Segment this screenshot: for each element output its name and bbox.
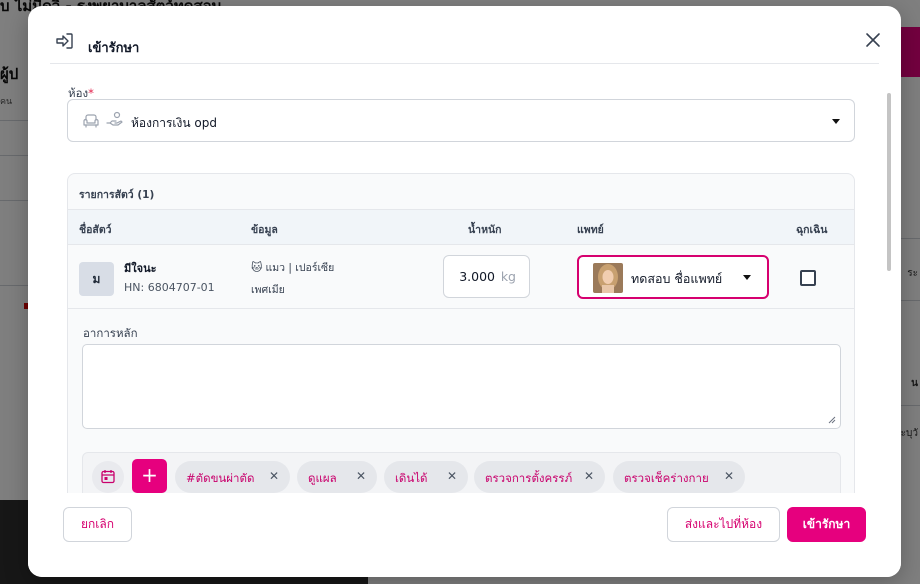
room-select-value: ห้องการเงิน opd	[131, 116, 217, 130]
pet-hn: HN: 6804707-01	[124, 281, 215, 294]
send-to-room-button[interactable]: ส่งและไปที่ห้อง	[667, 507, 780, 542]
pet-list-card: รายการสัตว์ (1) ชื่อสัตว์ ข้อมูล น้ำหนัก…	[67, 173, 855, 493]
remove-tag-icon[interactable]: ✕	[269, 469, 279, 483]
close-icon[interactable]	[863, 30, 883, 50]
pet-avatar: ม	[79, 262, 114, 296]
table-row: ม มีใจนะ HN: 6804707-01 🐱 แมว | เปอร์เซีย…	[68, 245, 854, 309]
hand-coin-icon	[106, 111, 123, 126]
modal-footer: ยกเลิก ส่งและไปที่ห้อง เข้ารักษา	[28, 493, 901, 577]
modal-scrollbar[interactable]	[887, 93, 891, 271]
chevron-down-icon	[832, 119, 840, 124]
resize-grip-icon[interactable]	[828, 416, 836, 424]
weight-value: 3.000	[459, 269, 495, 284]
remove-tag-icon[interactable]: ✕	[447, 469, 457, 483]
weight-input[interactable]: 3.000 kg	[443, 255, 530, 298]
quick-tags-area: + #ตัดขนผ่าตัด ✕ ดูแผล ✕ เดินได้ ✕ ตรวจการต…	[82, 452, 841, 493]
column-header-emergency: ฉุกเฉิน	[796, 224, 828, 236]
sofa-icon	[83, 114, 99, 128]
column-header-doctor: แพทย์	[577, 224, 604, 236]
calendar-button[interactable]	[92, 461, 124, 493]
remove-tag-icon[interactable]: ✕	[584, 469, 594, 483]
calendar-icon	[101, 470, 115, 484]
sign-in-icon	[56, 33, 73, 49]
tag-chip[interactable]: ดูแผล ✕	[297, 461, 377, 493]
tag-chip[interactable]: ตรวจเช็คร่างกาย ✕	[613, 461, 745, 493]
cancel-button[interactable]: ยกเลิก	[63, 507, 132, 542]
emergency-checkbox[interactable]	[800, 270, 816, 286]
pet-species: 🐱 แมว | เปอร์เซีย	[251, 261, 335, 274]
add-tag-button[interactable]: +	[132, 459, 167, 493]
room-select[interactable]: ห้องการเงิน opd	[67, 99, 855, 142]
doctor-select[interactable]: ทดสอบ ชื่อแพทย์	[577, 255, 769, 299]
tag-chip[interactable]: เดินได้ ✕	[384, 461, 468, 493]
pet-list-title: รายการสัตว์ (1)	[79, 189, 155, 201]
doctor-avatar	[593, 263, 623, 293]
chevron-down-icon	[743, 275, 751, 280]
tag-chip[interactable]: #ตัดขนผ่าตัด ✕	[175, 461, 290, 493]
column-header-name: ชื่อสัตว์	[79, 224, 112, 236]
pet-table-header: ชื่อสัตว์ ข้อมูล น้ำหนัก แพทย์ ฉุกเฉิน	[68, 209, 854, 245]
pet-sex: เพศเมีย	[251, 284, 285, 296]
modal-body[interactable]: ห้อง* ห้องการเงิน opd รายการสัตว์ (1) ชื…	[50, 64, 879, 493]
column-header-weight: น้ำหนัก	[468, 224, 502, 236]
admit-modal: เข้ารักษา ห้อง* ห้องการเงิน opd รายการสั…	[28, 6, 901, 577]
tag-chip[interactable]: ตรวจการตั้งครรภ์ ✕	[474, 461, 605, 493]
pet-name: มีใจนะ	[124, 262, 157, 275]
cat-face-icon: 🐱	[251, 261, 263, 274]
symptom-label: อาการหลัก	[83, 326, 138, 340]
admit-button[interactable]: เข้ารักษา	[787, 507, 866, 542]
required-mark: *	[88, 86, 94, 100]
modal-title: เข้ารักษา	[88, 41, 140, 56]
symptom-textarea[interactable]	[82, 344, 841, 429]
remove-tag-icon[interactable]: ✕	[356, 469, 366, 483]
remove-tag-icon[interactable]: ✕	[724, 469, 734, 483]
column-header-info: ข้อมูล	[251, 224, 278, 236]
plus-icon: +	[141, 463, 158, 487]
modal-header: เข้ารักษา	[50, 6, 880, 64]
weight-unit: kg	[500, 269, 516, 284]
doctor-name: ทดสอบ ชื่อแพทย์	[631, 271, 723, 286]
